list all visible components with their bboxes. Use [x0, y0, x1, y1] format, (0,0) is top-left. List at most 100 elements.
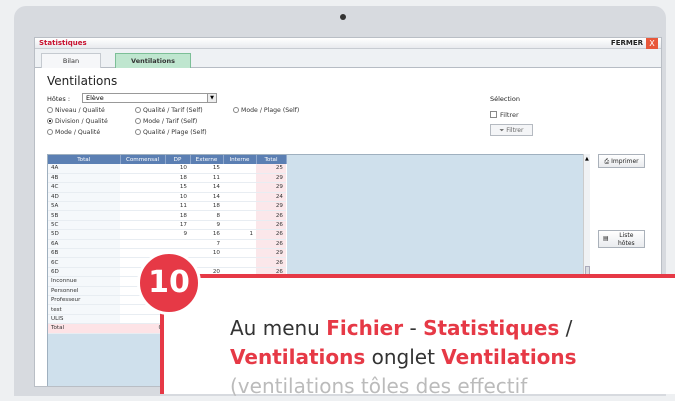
table-cell [120, 201, 165, 212]
col-dp-header[interactable]: DP [165, 155, 191, 164]
step-badge: 10 [137, 251, 201, 315]
tab-ventilations[interactable]: Ventilations [115, 53, 191, 68]
table-cell: 4A [48, 164, 120, 174]
table-cell: Inconnue [48, 276, 120, 287]
table-cell: 29 [256, 182, 286, 193]
close-icon[interactable]: X [646, 38, 658, 49]
table-cell [120, 173, 165, 184]
liste-hotes-button[interactable]: ▤ Liste hôtes [598, 230, 645, 248]
table-cell: 1 [223, 229, 256, 240]
table-cell [120, 239, 165, 250]
title-bar: Statistiques FERMER X [35, 38, 661, 49]
scroll-up-icon[interactable]: ▲ [585, 156, 589, 162]
radio-division-qualite[interactable]: Division / Qualité [47, 118, 108, 126]
table-cell [223, 192, 256, 203]
table-cell: 5C [48, 220, 120, 231]
col-externe-header[interactable]: Externe [190, 155, 224, 164]
filtrer-button-label: Filtrer [506, 127, 524, 134]
radio-mode-plage[interactable]: Mode / Plage (Self) [233, 107, 299, 115]
callout-line-2: Ventilations onglet Ventilations [230, 343, 577, 372]
table-row[interactable]: 5A 11 18 29 [48, 201, 286, 212]
table-cell [120, 182, 165, 193]
table-cell: 7 [190, 239, 223, 250]
table-cell: ULIS [48, 314, 120, 325]
radio-mode-qualite[interactable]: Mode / Qualité [47, 129, 100, 137]
table-cell [120, 220, 165, 231]
table-cell: 4D [48, 192, 120, 203]
callout-slash: / [559, 316, 573, 340]
imprimer-button[interactable]: ⎙ Imprimer [598, 154, 645, 168]
table-cell: 11 [190, 173, 223, 184]
table-cell [120, 229, 165, 240]
col-commensal-header[interactable]: Commensal [120, 155, 166, 164]
table-cell: 14 [190, 182, 223, 193]
radio-mode-tarif[interactable]: Mode / Tarif (Self) [135, 118, 197, 126]
table-cell [120, 210, 165, 221]
table-cell: 10 [165, 164, 190, 174]
radio-icon [47, 129, 53, 135]
table-row[interactable]: 4D 10 14 24 [48, 192, 286, 203]
callout-onglet: onglet [365, 345, 442, 369]
col-interne-header[interactable]: Interne [223, 155, 257, 164]
radio-qualite-tarif[interactable]: Qualité / Tarif (Self) [135, 107, 203, 115]
callout-line-3: (ventilations tôles des effectif [230, 374, 528, 398]
radio-icon [47, 107, 53, 113]
table-row[interactable]: 5B 18 8 26 [48, 210, 286, 221]
hotes-label-btn: hôtes [618, 240, 635, 247]
col-total-header[interactable]: Total [48, 155, 121, 164]
chevron-down-icon[interactable]: ▼ [207, 94, 216, 102]
table-header-row: Total Commensal DP Externe Interne Total [48, 155, 287, 164]
radio-label: Niveau / Qualité [55, 107, 105, 114]
table-cell [223, 173, 256, 184]
radio-icon [233, 107, 239, 113]
selection-label: Sélection [490, 95, 520, 103]
callout-fichier: Fichier [326, 316, 404, 340]
filtrer-checkbox[interactable]: Filtrer [490, 111, 519, 119]
tab-bilan[interactable]: Bilan [41, 53, 101, 68]
table-cell: 4C [48, 182, 120, 193]
table-cell [223, 257, 256, 268]
filtrer-button[interactable]: ⏷ Filtrer [490, 124, 533, 136]
col-total2-header[interactable]: Total [256, 155, 287, 164]
table-cell: 5A [48, 201, 120, 212]
radio-label: Mode / Qualité [55, 129, 101, 136]
table-cell: 26 [256, 229, 286, 240]
table-row[interactable]: 6A 7 26 [48, 239, 286, 250]
table-row[interactable]: 4C 15 14 29 [48, 182, 286, 193]
hotes-select[interactable]: Elève ▼ [82, 93, 217, 103]
table-cell: 9 [165, 229, 190, 240]
radio-qualite-plage[interactable]: Qualité / Plage (Self) [135, 129, 207, 137]
table-cell [120, 192, 165, 203]
checkbox-icon [490, 111, 497, 118]
table-cell: Professeur [48, 295, 120, 306]
table-cell: 18 [190, 201, 223, 212]
radio-icon [135, 118, 141, 124]
table-cell: 29 [256, 173, 286, 184]
table-row[interactable]: 5C 17 9 26 [48, 220, 286, 231]
table-cell: 4B [48, 173, 120, 184]
table-row[interactable]: 5D 9 16 1 26 [48, 229, 286, 240]
window-title: Statistiques [39, 39, 87, 47]
radio-label: Mode / Tarif (Self) [143, 118, 198, 125]
table-cell: 18 [165, 173, 190, 184]
table-row[interactable]: 4B 18 11 29 [48, 173, 286, 184]
table-cell: 6A [48, 239, 120, 250]
table-cell: 6B [48, 248, 120, 259]
table-cell [223, 248, 256, 259]
callout-ventilations-tab: Ventilations [441, 345, 577, 369]
table-cell: 15 [190, 164, 223, 174]
hotes-select-value: Elève [86, 94, 104, 102]
table-cell: 15 [165, 182, 190, 193]
table-cell [223, 164, 256, 174]
close-label[interactable]: FERMER [611, 38, 643, 49]
table-cell: 11 [165, 201, 190, 212]
table-row[interactable]: 4A 10 15 25 [48, 164, 286, 174]
page-title: Ventilations [47, 74, 118, 88]
table-cell [223, 239, 256, 250]
radio-label: Division / Qualité [55, 118, 108, 125]
table-cell [120, 314, 165, 325]
list-icon: ▤ [603, 235, 609, 242]
table-cell: 18 [165, 210, 190, 221]
radio-niveau-qualite[interactable]: Niveau / Qualité [47, 107, 105, 115]
table-cell: 10 [190, 248, 223, 259]
